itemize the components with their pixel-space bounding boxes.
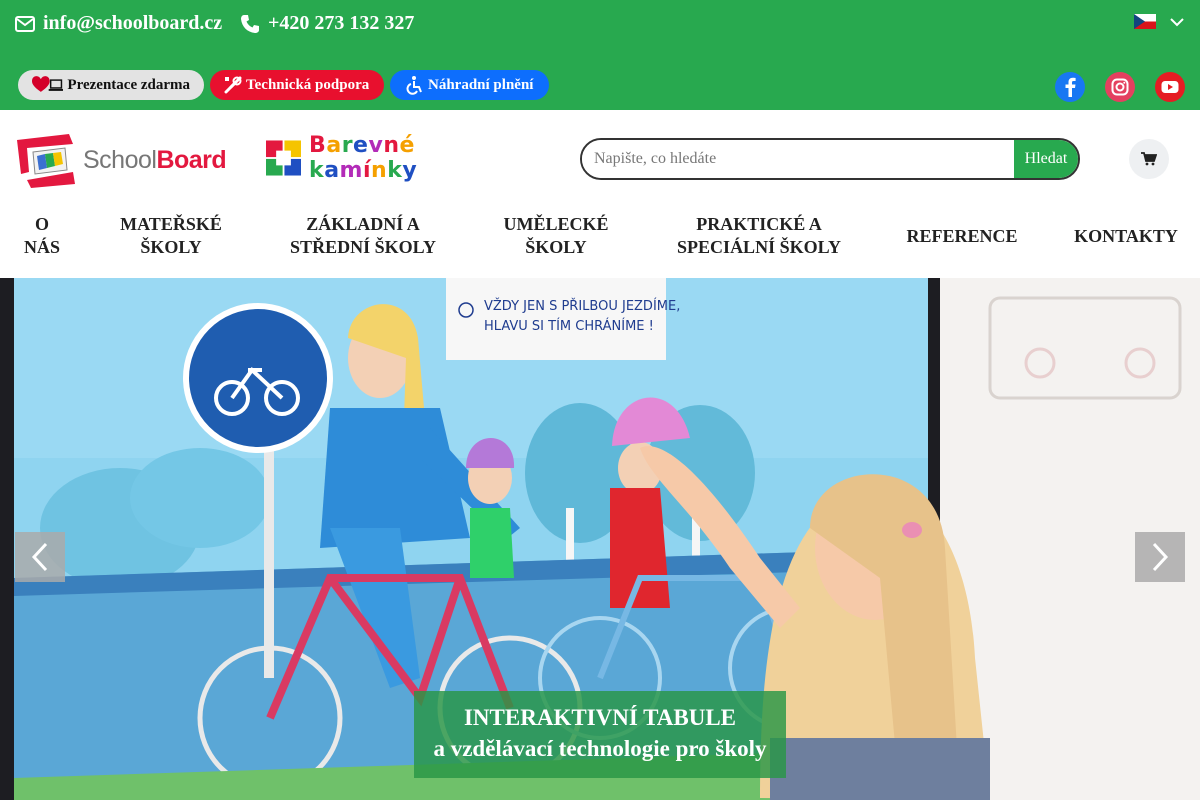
substitute-fulfillment-button[interactable]: Náhradní plnění [390,70,549,100]
email-text: info@schoolboard.cz [43,12,223,34]
schoolboard-logo[interactable]: School Board [15,131,230,189]
logo-letter: í [362,158,372,183]
nav-item-reference[interactable]: REFERENCE [900,212,1024,260]
youtube-icon [1161,81,1179,93]
instagram-link[interactable] [1105,72,1135,102]
barevne-kaminky-text: Barevné kamínky [309,133,514,183]
envelope-icon [15,15,35,32]
logo-letter: B [309,133,327,158]
email-link[interactable]: info@schoolboard.cz [15,12,222,35]
search-button[interactable]: Hledat [1014,140,1078,178]
chevron-left-icon [31,542,48,572]
logo-letter: a [324,158,340,183]
nav-item-o-nas[interactable]: O NÁS [16,212,68,260]
heart-laptop-icon [32,76,64,92]
slider-prev-button[interactable] [15,532,65,582]
slider-next-button[interactable] [1135,532,1185,582]
nav-item-materske-skoly[interactable]: MATEŘSKÉ ŠKOLY [110,212,232,260]
substitute-fulfillment-label: Náhradní plnění [428,76,534,93]
language-switcher[interactable] [1134,14,1184,29]
technical-support-button[interactable]: Technická podpora [210,70,384,100]
nav-item-prakticke-specialni-skoly[interactable]: PRAKTICKÉ A SPECIÁLNÍ ŠKOLY [670,212,848,260]
logo-letter: k [387,158,403,183]
facebook-icon [1065,77,1076,97]
logo-letter: m [339,158,363,183]
phone-icon [241,14,259,33]
tools-icon [224,76,242,94]
presentation-free-label: Prezentace zdarma [67,76,190,93]
logo-letter: v [368,133,384,158]
logo-letter: é [399,133,415,158]
logo-letter: r [341,133,354,158]
barevne-kaminky-logo-mark [266,140,302,176]
cart-button[interactable] [1129,139,1169,179]
logo-letter: k [309,158,325,183]
nav-item-kontakty[interactable]: KONTAKTY [1066,212,1186,260]
search-input[interactable] [582,140,1014,178]
logo-letter: n [383,133,400,158]
technical-support-label: Technická podpora [246,76,370,93]
barevne-kaminky-logo[interactable]: Barevné kamínky [266,133,514,183]
wheelchair-icon [406,76,422,95]
hero-caption-line2: a vzdělávací technologie pro školy [433,736,767,761]
board-text-line1: VŽDY JEN S PŘILBOU JEZDÍME, [484,298,680,314]
logo-word-school: School [83,145,157,174]
hero-caption-line1: INTERAKTIVNÍ TABULE [463,705,737,730]
cart-icon [1141,152,1157,166]
barevne-kaminky-text-inner: Barevné kamínky [309,133,417,183]
logo-word-board: Board [156,145,227,174]
nav-item-umelecke-skoly[interactable]: UMĚLECKÉ ŠKOLY [494,212,618,260]
logo-letter: a [326,133,342,158]
youtube-link[interactable] [1155,72,1185,102]
phone-link[interactable]: +420 273 132 327 [240,12,414,35]
logo-letter: n [371,158,388,183]
board-text-line2: HLAVU SI TÍM CHRÁNÍME ! [484,318,654,334]
logo-letter: y [402,158,418,183]
phone-text: +420 273 132 327 [268,12,415,34]
nav-item-zakladni-stredni-skoly[interactable]: ZÁKLADNÍ A STŘEDNÍ ŠKOLY [280,212,446,260]
schoolboard-logo-mark [17,134,75,188]
hero-slider: VŽDY JEN S PŘILBOU JEZDÍME, HLAVU SI TÍM… [0,278,1200,800]
chevron-down-icon [1170,17,1184,26]
logo-letter: e [353,133,369,158]
facebook-link[interactable] [1055,72,1085,102]
czech-flag-icon [1134,14,1156,29]
chevron-right-icon [1152,542,1169,572]
instagram-icon [1111,78,1129,96]
search-form: Hledat [580,138,1080,180]
presentation-free-button[interactable]: Prezentace zdarma [18,70,204,100]
hero-caption: INTERAKTIVNÍ TABULE a vzdělávací technol… [414,691,786,778]
